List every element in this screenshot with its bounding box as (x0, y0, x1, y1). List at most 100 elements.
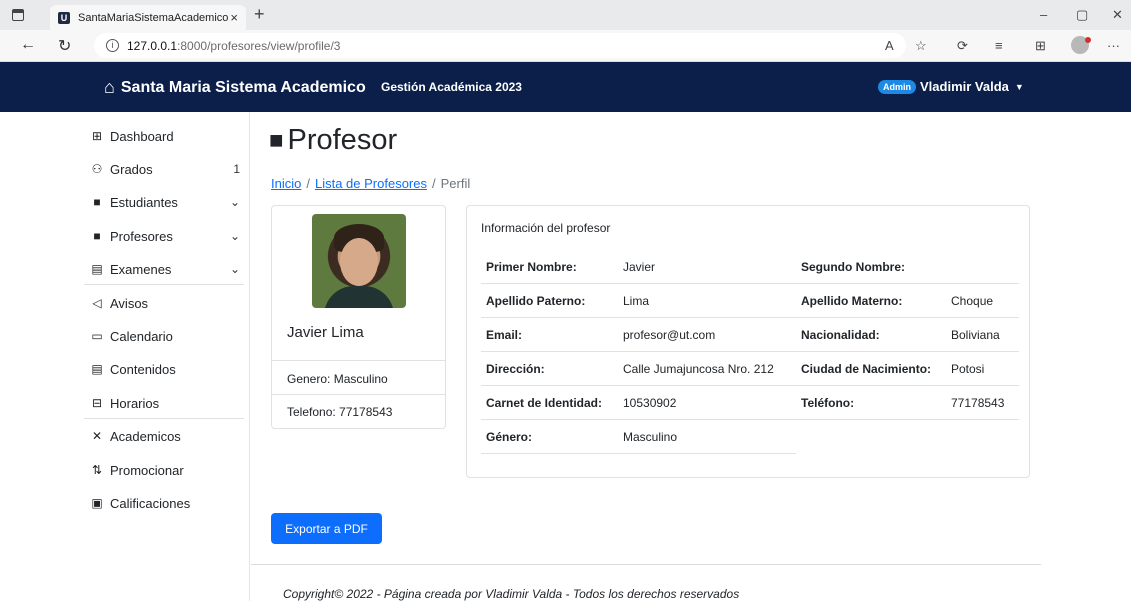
role-badge: Admin (878, 79, 916, 94)
sidebar-item-grados[interactable]: ⚇ Grados 1 (90, 157, 240, 181)
person-lines-icon: ■ (269, 126, 284, 154)
card-list-icon: ▣ (91, 496, 103, 510)
file-list-icon: ▤ (91, 362, 103, 376)
sidebar-item-contenidos[interactable]: ▤ Contenidos (90, 357, 240, 381)
sidebar-item-label: Academicos (110, 428, 181, 444)
read-aloud-icon[interactable]: A (885, 38, 894, 53)
favorite-icon[interactable]: ☆ (915, 38, 927, 54)
field-value: Potosi (951, 362, 985, 376)
url-input[interactable]: i 127.0.0.1:8000/profesores/view/profile… (94, 33, 906, 58)
collections-icon[interactable]: ⊞ (1035, 38, 1046, 54)
tab-actions-icon[interactable] (12, 9, 24, 21)
window-close-icon[interactable]: ✕ (1112, 7, 1123, 23)
diagram-icon: ⚇ (91, 162, 103, 176)
chevron-down-icon: ⌄ (229, 262, 240, 276)
sidebar-item-label: Promocionar (110, 462, 184, 478)
breadcrumb-home-link[interactable]: Inicio (271, 176, 301, 191)
field-value: Javier (623, 260, 656, 274)
info-row: Apellido Paterno: Lima (481, 284, 796, 318)
field-label: Apellido Paterno: (486, 294, 586, 308)
field-label: Segundo Nombre: (801, 260, 905, 274)
browser-tab[interactable]: U SantaMariaSistemaAcademico × (50, 5, 246, 30)
minimize-icon[interactable]: – (1040, 7, 1047, 22)
favorites-list-icon[interactable]: ≡ (995, 38, 1003, 53)
file-text-icon: ▤ (91, 262, 103, 276)
user-name: Vladimir Valda (920, 79, 1009, 94)
sidebar-item-label: Profesores (110, 228, 173, 244)
profile-gender: Genero: Masculino (287, 372, 388, 386)
info-card-title: Información del profesor (481, 221, 611, 235)
sidebar-item-avisos[interactable]: ◁ Avisos (90, 291, 240, 315)
info-row: Carnet de Identidad: 10530902 (481, 386, 796, 420)
export-pdf-button[interactable]: Exportar a PDF (271, 513, 382, 544)
calendar-icon: ▭ (91, 329, 103, 343)
sidebar-item-estudiantes[interactable]: ■ Estudiantes ⌄ (90, 190, 240, 214)
user-menu[interactable]: Admin Vladimir Valda ▼ (878, 79, 1024, 94)
info-row: Género: Masculino (481, 420, 796, 454)
sidebar-item-horarios[interactable]: ⊟ Horarios (90, 391, 240, 415)
new-tab-button[interactable]: + (254, 4, 265, 25)
field-label: Género: (486, 430, 533, 444)
sidebar-item-label: Estudiantes (110, 194, 178, 210)
divider (272, 394, 445, 395)
sidebar-item-label: Horarios (110, 395, 160, 411)
profile-card: Javier Lima Genero: Masculino Telefono: … (271, 205, 446, 429)
field-value: Boliviana (951, 328, 1000, 342)
sort-icon: ⇅ (91, 463, 103, 477)
field-label: Carnet de Identidad: (486, 396, 603, 410)
footer-divider (251, 564, 1041, 565)
sidebar-item-promocionar[interactable]: ⇅ Promocionar (90, 458, 240, 482)
person-lines-icon: ■ (93, 195, 101, 209)
sidebar-item-dashboard[interactable]: ⊞ Dashboard (90, 124, 240, 148)
brand-link[interactable]: ⌂ Santa Maria Sistema Academico (104, 77, 366, 98)
restore-icon[interactable]: ▢ (1076, 7, 1088, 23)
field-value: Choque (951, 294, 994, 308)
back-icon[interactable]: ← (20, 36, 36, 54)
field-label: Dirección: (486, 362, 545, 376)
more-icon[interactable]: ··· (1107, 38, 1120, 53)
sidebar-item-label: Examenes (110, 261, 172, 277)
info-card: Información del profesor Primer Nombre: … (466, 205, 1030, 478)
field-value: Lima (623, 294, 650, 308)
sidebar-item-label: Dashboard (110, 128, 174, 144)
address-bar-area: ← ↻ i 127.0.0.1:8000/profesores/view/pro… (0, 30, 1131, 62)
info-row: Nacionalidad: Boliviana (796, 318, 1019, 352)
field-value: Masculino (623, 430, 678, 444)
profile-phone: Telefono: 77178543 (287, 405, 393, 419)
field-value: 10530902 (623, 396, 677, 410)
sidebar-item-calendario[interactable]: ▭ Calendario (90, 324, 240, 348)
navbar-subtitle: Gestión Académica 2023 (381, 80, 522, 94)
url-host: 127.0.0.1 (127, 38, 178, 53)
sidebar-divider (84, 284, 244, 285)
house-icon: ⌂ (104, 77, 115, 97)
profile-name: Javier Lima (287, 324, 364, 341)
chevron-down-icon: ▼ (1014, 81, 1024, 92)
breadcrumb-list-link[interactable]: Lista de Profesores (315, 176, 427, 191)
info-row: Apellido Materno: Choque (796, 284, 1019, 318)
browser-tab-bar: U SantaMariaSistemaAcademico × + – ▢ ✕ (0, 0, 1131, 30)
sidebar-item-profesores[interactable]: ■ Profesores ⌄ (90, 224, 240, 248)
field-value: profesor@ut.com (623, 328, 716, 342)
sidebar-item-label: Contenidos (110, 361, 176, 377)
sidebar-item-label: Avisos (110, 295, 149, 311)
tab-title: SantaMariaSistemaAcademico (78, 11, 229, 24)
sidebar-item-academicos[interactable]: ✕ Academicos (90, 424, 240, 448)
extensions-icon[interactable]: ⟳ (957, 38, 968, 54)
field-value: 77178543 (951, 396, 1005, 410)
info-row: Email: profesor@ut.com (481, 318, 796, 352)
field-label: Primer Nombre: (486, 260, 577, 274)
favicon-icon: U (58, 11, 70, 24)
megaphone-icon: ◁ (92, 296, 102, 310)
grid-icon: ⊞ (91, 129, 103, 143)
footer-copyright: Copyright© 2022 - Página creada por Vlad… (283, 587, 740, 601)
site-info-icon[interactable]: i (106, 39, 119, 52)
sidebar-divider (84, 418, 244, 419)
sidebar-item-calificaciones[interactable]: ▣ Calificaciones (90, 491, 240, 515)
breadcrumb: Inicio / Lista de Profesores / Perfil (271, 176, 470, 191)
breadcrumb-current: Perfil (440, 176, 471, 191)
sidebar-item-examenes[interactable]: ▤ Examenes ⌄ (90, 257, 240, 281)
close-tab-icon[interactable]: × (230, 10, 238, 25)
sidebar-item-count: 1 (233, 162, 240, 176)
app-navbar: ⌂ Santa Maria Sistema Academico Gestión … (0, 62, 1131, 112)
refresh-icon[interactable]: ↻ (58, 36, 71, 56)
